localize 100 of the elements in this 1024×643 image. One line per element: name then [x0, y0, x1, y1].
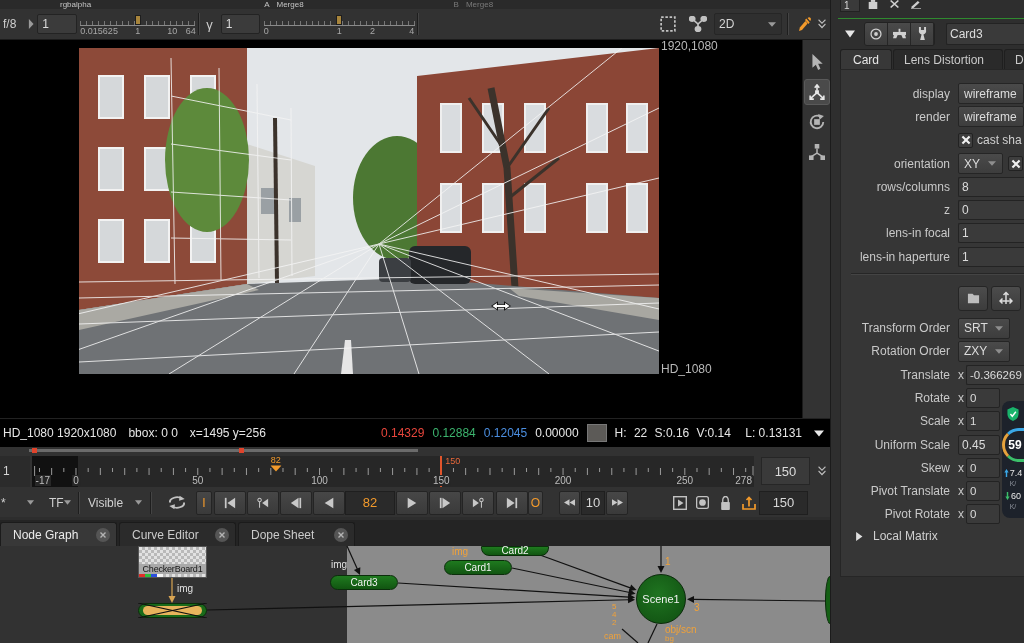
port-label: 2	[612, 619, 617, 627]
settings-button[interactable]	[911, 22, 934, 45]
channel-selector[interactable]: rgbalpha	[60, 0, 92, 9]
next-frame-button[interactable]	[429, 490, 461, 515]
knob-label: orientation	[892, 156, 950, 171]
knob-field[interactable]: 0	[958, 200, 1024, 221]
knob-field[interactable]: 0	[966, 387, 1000, 408]
panel-tab[interactable]: Dope Sheet	[238, 522, 355, 546]
knob-field[interactable]: 0	[966, 504, 1000, 525]
start-frame-field[interactable]: 1	[0, 455, 30, 487]
knob-field[interactable]: 8	[958, 176, 1024, 197]
stand-button[interactable]	[888, 22, 911, 45]
input-label: A	[264, 0, 270, 9]
property-tab[interactable]: D	[1004, 49, 1024, 69]
record-icon[interactable]	[696, 496, 709, 509]
eyedropper-icon[interactable]	[799, 17, 811, 31]
current-frame-field[interactable]: 82	[345, 490, 395, 515]
knob-field[interactable]: 1	[966, 411, 1000, 432]
end-frame-field[interactable]: 150	[759, 490, 808, 515]
panel-tab[interactable]: Node Graph	[0, 522, 117, 546]
play-backward-button[interactable]	[313, 490, 345, 515]
center-button[interactable]	[865, 22, 888, 45]
knob-dropdown[interactable]: SRT	[958, 317, 1010, 339]
increment-field[interactable]: 10	[581, 490, 605, 515]
pencil-icon[interactable]	[911, 0, 921, 9]
luminance-readout: L: 0.13131	[745, 426, 802, 440]
region-select-icon[interactable]	[660, 16, 676, 32]
property-tab[interactable]: Lens Distortion	[893, 49, 1003, 69]
collapse-triangle-icon[interactable]	[845, 29, 855, 38]
node-network-icon[interactable]	[689, 16, 707, 32]
in-point-button[interactable]: I	[196, 490, 212, 515]
knob-field[interactable]: 1	[958, 223, 1024, 244]
close-icon[interactable]	[334, 527, 348, 542]
close-icon[interactable]	[96, 527, 110, 542]
frame-marker-icon[interactable]	[270, 464, 282, 472]
end-frame-field[interactable]: 150	[761, 457, 810, 485]
last-frame-button[interactable]	[496, 490, 528, 515]
node-name-field[interactable]: Card3	[946, 22, 1024, 45]
gamma-field[interactable]: 1	[220, 14, 260, 34]
gain-field[interactable]: 1	[37, 14, 78, 34]
expand-triangle-icon[interactable]	[855, 531, 863, 541]
playback-dropdown[interactable]: *	[0, 491, 37, 514]
knob-dropdown[interactable]: wireframe	[958, 106, 1024, 128]
view-mode-dropdown[interactable]: 2D	[714, 13, 782, 35]
knob-dropdown[interactable]: wireframe	[958, 83, 1024, 105]
frame-label: 0	[72, 474, 80, 486]
dropdown-triangle-icon[interactable]	[814, 429, 824, 437]
card-node[interactable]: Card1	[444, 560, 512, 575]
play-button[interactable]	[396, 490, 428, 515]
slider-thumb[interactable]	[134, 14, 141, 25]
knob-field[interactable]: 0	[966, 481, 1000, 502]
loop-icon[interactable]	[168, 495, 186, 510]
card-node[interactable]: Card2	[481, 546, 549, 556]
checkerboard-node[interactable]: CheckerBoard1	[138, 546, 207, 578]
first-frame-button[interactable]	[214, 490, 246, 515]
close-icon[interactable]	[215, 527, 229, 542]
knob-field[interactable]: 0	[966, 457, 1000, 478]
knob-dropdown[interactable]: ZXY	[958, 340, 1010, 362]
timeline-ruler[interactable]: -17 0 50 100 150 200 250 278 82 150	[32, 455, 754, 487]
group-label[interactable]: Local Matrix	[873, 529, 938, 544]
square-icon[interactable]	[868, 0, 878, 9]
port-label: 5	[612, 603, 617, 611]
cross-icon[interactable]	[890, 0, 899, 8]
next-keyframe-button[interactable]	[462, 490, 494, 515]
knob-label: display	[911, 86, 950, 101]
skip-back-button[interactable]	[559, 490, 580, 515]
input-node-selector[interactable]: Merge8	[276, 0, 304, 9]
knob-field[interactable]: 0.45	[958, 434, 1000, 455]
out-point-button[interactable]: O	[528, 490, 543, 515]
knob-field[interactable]: -0.366269	[966, 364, 1024, 385]
viewer-tool-button[interactable]	[803, 79, 830, 105]
skip-forward-button[interactable]	[606, 490, 628, 515]
panel-count-field[interactable]: 1	[840, 0, 860, 12]
playback-dropdown[interactable]: Visible	[87, 491, 145, 514]
panel-tab[interactable]: Curve Editor	[119, 522, 236, 546]
flipbook-icon[interactable]	[673, 495, 687, 510]
lock-icon[interactable]	[720, 495, 731, 510]
axes-button[interactable]	[991, 285, 1021, 311]
checkbox[interactable]	[958, 132, 973, 148]
playback-dropdown[interactable]: TF	[48, 491, 73, 514]
folder-button[interactable]	[958, 285, 988, 311]
previous-frame-button[interactable]	[280, 490, 312, 515]
gain-slider[interactable]	[80, 13, 196, 26]
gamma-slider[interactable]	[263, 13, 415, 26]
card-node[interactable]: Card3	[330, 575, 398, 590]
knob-field[interactable]: 1	[958, 246, 1024, 267]
checkbox[interactable]	[1008, 156, 1023, 172]
property-tab[interactable]: Card	[840, 49, 892, 69]
double-chevron-icon[interactable]	[818, 466, 826, 476]
caret-icon	[768, 21, 776, 27]
knob-label: Skew	[919, 460, 950, 475]
slider-thumb[interactable]	[336, 14, 343, 25]
caret-icon	[63, 500, 71, 505]
previous-keyframe-button[interactable]	[247, 490, 279, 515]
slider-tick-label: 1	[336, 25, 342, 37]
fstop-label[interactable]: f/8	[3, 17, 17, 31]
upload-icon[interactable]	[742, 495, 756, 510]
double-chevron-icon[interactable]	[818, 19, 826, 29]
knob-dropdown[interactable]: XY	[958, 153, 1003, 175]
play-icon[interactable]	[28, 19, 35, 29]
